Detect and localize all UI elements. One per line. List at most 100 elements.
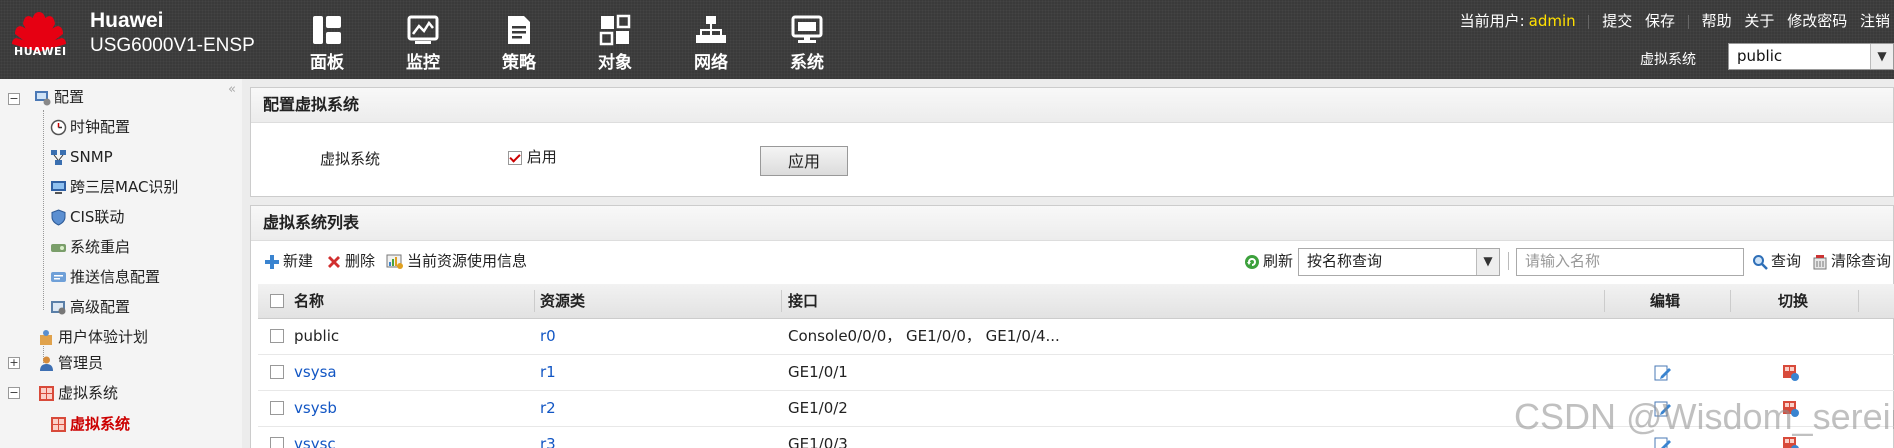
snmp-icon bbox=[51, 150, 66, 165]
search-mode-select[interactable]: 按名称查询 ▼ bbox=[1298, 248, 1500, 276]
new-button[interactable]: 新建 bbox=[264, 250, 313, 271]
column-divider bbox=[534, 290, 535, 312]
row-name-link[interactable]: vsysc bbox=[294, 427, 336, 448]
table-row[interactable]: public r0 Console0/0/0， GE1/0/0， GE1/0/4… bbox=[258, 319, 1894, 355]
sidebar-item-push[interactable]: 推送信息配置 bbox=[50, 264, 160, 290]
device-model: USG6000V1-ENSP bbox=[90, 35, 255, 56]
config-panel-title: 配置虚拟系统 bbox=[251, 88, 1893, 123]
top-bar: HUAWEI Huawei USG6000V1-ENSP 面板 监控 策略 对象… bbox=[0, 0, 1894, 79]
column-divider bbox=[1858, 290, 1859, 312]
nav-policy[interactable]: 策略 bbox=[471, 0, 567, 79]
admin-icon bbox=[40, 356, 53, 371]
clear-query-label: 清除查询 bbox=[1831, 252, 1892, 270]
row-checkbox[interactable] bbox=[270, 437, 284, 448]
select-all-checkbox[interactable] bbox=[270, 294, 284, 308]
sidebar-item-mac[interactable]: 跨三层MAC识别 bbox=[50, 174, 178, 200]
sidebar-item-ux[interactable]: 用户体验计划 bbox=[38, 324, 148, 350]
query-label: 查询 bbox=[1771, 252, 1802, 270]
advanced-config-icon bbox=[51, 301, 66, 315]
change-password-link[interactable]: 修改密码 bbox=[1787, 12, 1847, 30]
column-divider bbox=[781, 290, 782, 312]
row-name-link[interactable]: vsysa bbox=[294, 355, 337, 390]
row-checkbox[interactable] bbox=[270, 401, 284, 415]
row-resource-link[interactable]: r1 bbox=[540, 355, 556, 390]
delete-button[interactable]: 删除 bbox=[326, 250, 375, 271]
nav-label: 对象 bbox=[598, 53, 632, 73]
divider bbox=[1687, 14, 1689, 29]
sidebar-item-reboot[interactable]: 系统重启 bbox=[50, 234, 130, 260]
sidebar-item-admin[interactable]: 管理员 bbox=[38, 350, 103, 376]
chevron-down-icon[interactable]: ▼ bbox=[1476, 249, 1499, 275]
sidebar-label: 跨三层MAC识别 bbox=[70, 178, 179, 196]
col-name[interactable]: 名称 bbox=[294, 284, 324, 318]
current-user: admin bbox=[1528, 12, 1576, 30]
row-interface: GE1/0/3 bbox=[788, 435, 848, 448]
switch-icon[interactable] bbox=[1782, 364, 1800, 382]
table-header: 名称 资源类 接口 编辑 切换 bbox=[258, 284, 1894, 319]
resource-usage-label: 当前资源使用信息 bbox=[407, 252, 528, 270]
vsys-select[interactable]: public ▼ bbox=[1728, 43, 1894, 70]
sidebar-item-snmp[interactable]: SNMP bbox=[50, 144, 113, 170]
row-checkbox[interactable] bbox=[270, 329, 284, 343]
plus-icon bbox=[265, 254, 279, 269]
refresh-button[interactable]: 刷新 bbox=[1244, 250, 1293, 271]
search-placeholder: 请输入名称 bbox=[1525, 252, 1601, 270]
row-checkbox[interactable] bbox=[270, 365, 284, 379]
collapse-toggle-icon[interactable]: − bbox=[8, 93, 20, 105]
system-icon bbox=[791, 15, 823, 43]
clear-query-button[interactable]: 清除查询 bbox=[1812, 250, 1891, 271]
search-input[interactable]: 请输入名称 bbox=[1516, 248, 1744, 276]
sidebar-label: 时钟配置 bbox=[70, 118, 131, 136]
nav-dashboard[interactable]: 面板 bbox=[279, 0, 375, 79]
network-icon bbox=[696, 16, 726, 43]
column-divider bbox=[1730, 290, 1731, 312]
sidebar-item-cis[interactable]: CIS联动 bbox=[50, 204, 124, 230]
enable-checkbox[interactable] bbox=[508, 150, 522, 165]
col-edit: 编辑 bbox=[1650, 292, 1681, 310]
about-link[interactable]: 关于 bbox=[1744, 12, 1774, 30]
save-link[interactable]: 保存 bbox=[1645, 12, 1675, 30]
chevron-down-icon[interactable]: ▼ bbox=[1870, 44, 1893, 69]
table-row[interactable]: vsysa r1 GE1/0/1 bbox=[258, 355, 1894, 391]
nav-network[interactable]: 网络 bbox=[663, 0, 759, 79]
expand-toggle-icon[interactable]: + bbox=[8, 357, 20, 369]
sidebar-item-config[interactable]: 配置 bbox=[34, 84, 84, 110]
dashboard-icon bbox=[313, 16, 341, 44]
row-resource-link[interactable]: r0 bbox=[540, 319, 556, 354]
policy-icon bbox=[508, 16, 530, 44]
monitor-icon bbox=[407, 15, 439, 44]
row-resource-link[interactable]: r3 bbox=[540, 427, 556, 448]
sidebar-item-vsys-group[interactable]: 虚拟系统 bbox=[38, 380, 118, 406]
col-interface[interactable]: 接口 bbox=[788, 284, 818, 318]
sidebar-item-advanced[interactable]: 高级配置 bbox=[50, 294, 130, 320]
sidebar-item-vsys[interactable]: 虚拟系统 bbox=[50, 411, 130, 437]
apply-button[interactable]: 应用 bbox=[760, 146, 848, 176]
vsys-icon bbox=[39, 386, 54, 401]
resource-usage-button[interactable]: 当前资源使用信息 bbox=[386, 250, 527, 271]
collapse-sidebar-icon[interactable]: « bbox=[228, 82, 236, 97]
sidebar-label: 用户体验计划 bbox=[58, 328, 149, 346]
collapse-toggle-icon[interactable]: − bbox=[8, 387, 20, 399]
col-switch: 切换 bbox=[1778, 292, 1809, 310]
sidebar-label: 高级配置 bbox=[70, 298, 131, 316]
sidebar-label: CIS联动 bbox=[70, 208, 125, 226]
nav-label: 策略 bbox=[502, 53, 536, 73]
commit-link[interactable]: 提交 bbox=[1602, 12, 1632, 30]
logout-link[interactable]: 注销 bbox=[1860, 12, 1890, 30]
row-resource-link[interactable]: r2 bbox=[540, 391, 556, 426]
nav-system[interactable]: 系统 bbox=[759, 0, 855, 79]
row-name-link[interactable]: vsysb bbox=[294, 391, 337, 426]
nav-monitor[interactable]: 监控 bbox=[375, 0, 471, 79]
enable-option[interactable]: 启用 bbox=[508, 146, 557, 167]
query-button[interactable]: 查询 bbox=[1752, 250, 1801, 271]
col-resource[interactable]: 资源类 bbox=[540, 284, 585, 318]
sidebar-label: 虚拟系统 bbox=[70, 415, 131, 433]
row-interface: GE1/0/1 bbox=[788, 363, 848, 381]
row-interface: GE1/0/2 bbox=[788, 399, 848, 417]
nav-object[interactable]: 对象 bbox=[567, 0, 663, 79]
nav-label: 系统 bbox=[790, 53, 824, 73]
edit-icon[interactable] bbox=[1654, 364, 1672, 382]
sidebar-item-clock[interactable]: 时钟配置 bbox=[50, 114, 130, 140]
help-link[interactable]: 帮助 bbox=[1702, 12, 1732, 30]
computer-icon bbox=[51, 181, 66, 194]
